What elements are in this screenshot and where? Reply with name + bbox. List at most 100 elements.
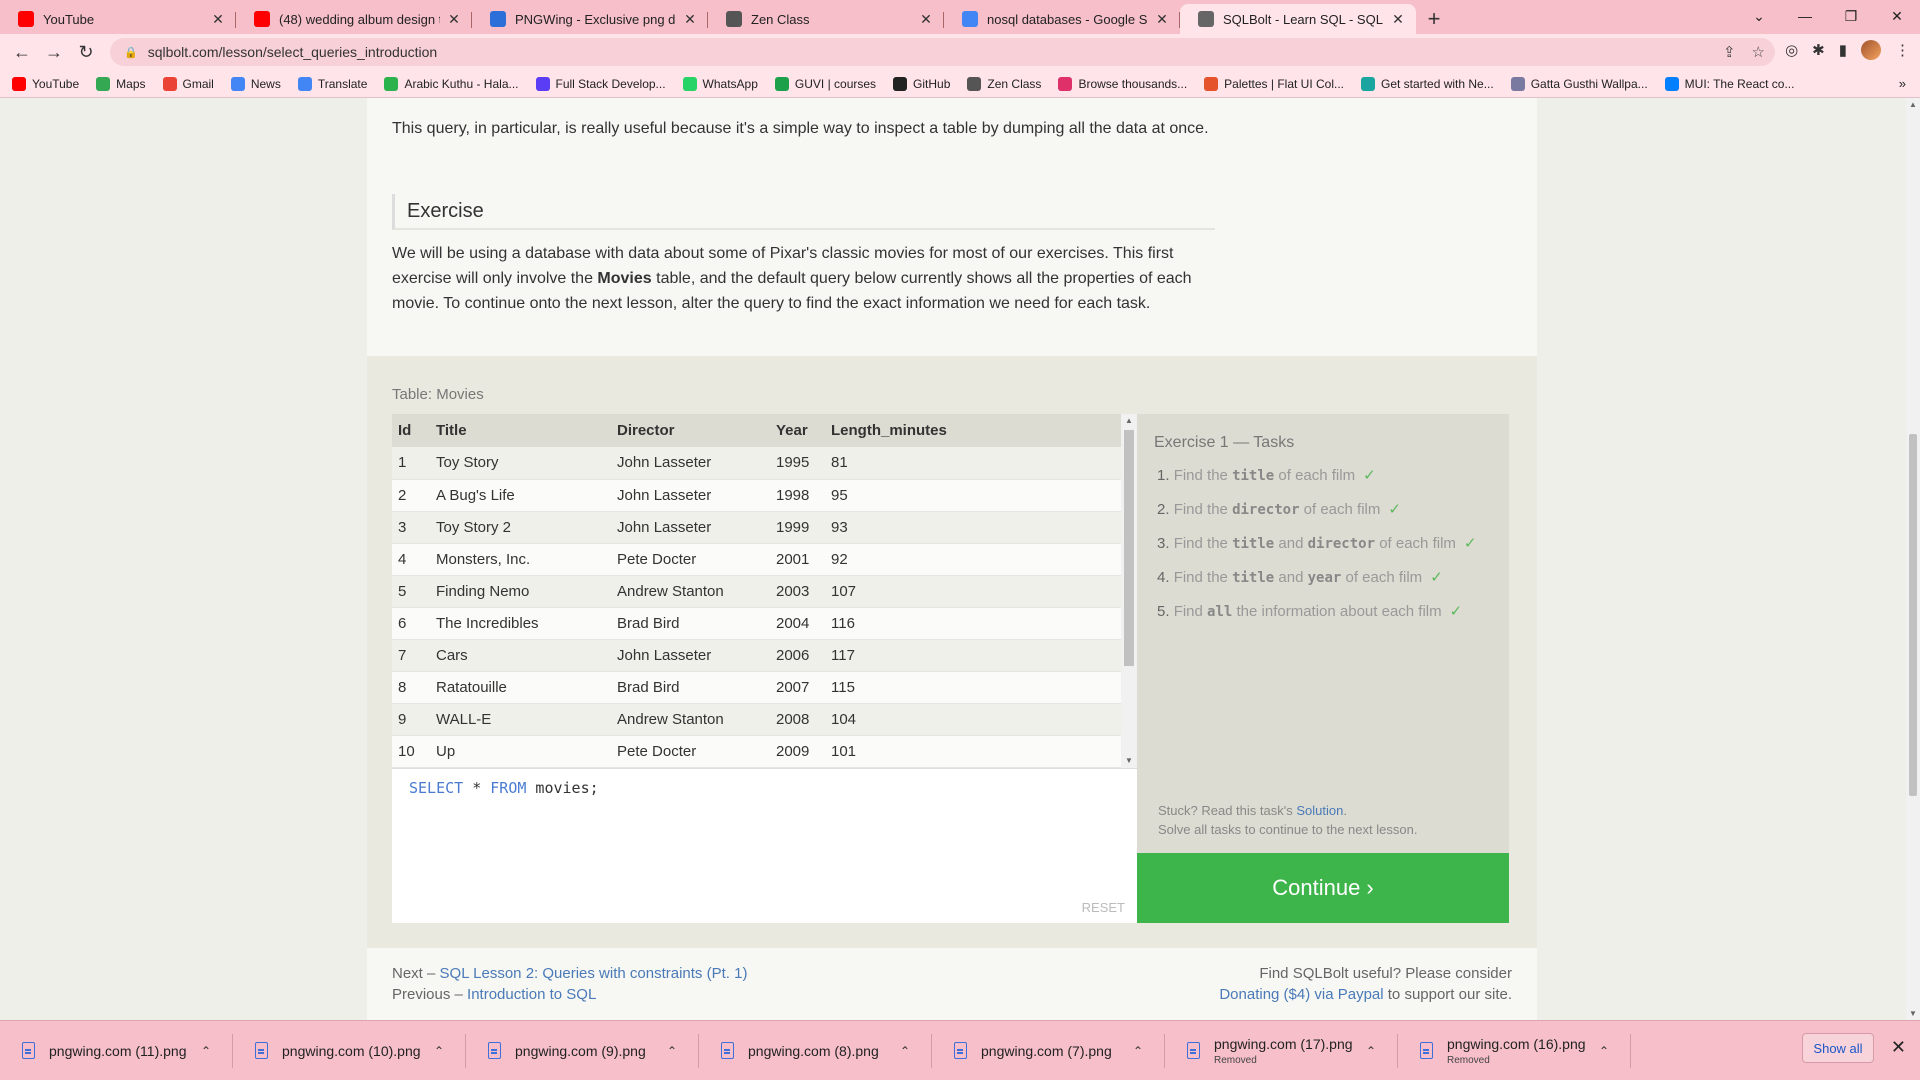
close-window-button[interactable]: ✕ (1874, 0, 1920, 32)
bookmark-item[interactable]: Gatta Gusthi Wallpa... (1510, 76, 1648, 91)
bookmark-item[interactable]: Palettes | Flat UI Col... (1204, 76, 1344, 91)
chevron-up-icon[interactable]: ⌃ (1599, 1044, 1609, 1058)
solution-link[interactable]: Solution (1296, 803, 1343, 818)
bookmark-item[interactable]: MUI: The React co... (1664, 76, 1794, 91)
table-cell: John Lasseter (611, 639, 770, 672)
close-downloads-icon[interactable]: ✕ (1891, 1037, 1906, 1058)
bookmark-item[interactable]: GUVI | courses (774, 76, 876, 91)
tab-close-icon[interactable]: ✕ (1390, 11, 1406, 28)
browser-tab[interactable]: SQLBolt - Learn SQL - SQL Lesso ✕ (1180, 4, 1416, 34)
back-button[interactable]: ← (6, 36, 38, 68)
bookmark-item[interactable]: YouTube (12, 76, 80, 91)
tab-search-icon[interactable]: ⌄ (1736, 0, 1782, 32)
table-cell: 104 (825, 703, 1121, 736)
table-cell: 9 (392, 703, 430, 736)
profile-avatar[interactable] (1861, 40, 1881, 60)
chevron-up-icon[interactable]: ⌃ (1133, 1044, 1143, 1058)
bookmark-item[interactable]: Maps (96, 76, 146, 91)
scroll-down-arrow-icon[interactable]: ▼ (1121, 754, 1137, 768)
table-cell: 107 (825, 575, 1121, 608)
tab-close-icon[interactable]: ✕ (210, 11, 226, 28)
bookmark-item[interactable]: Zen Class (967, 76, 1041, 91)
browser-tab-strip: YouTube ✕ (48) wedding album design tutor ✕… (0, 0, 1920, 34)
bookmark-label: YouTube (32, 76, 80, 91)
download-status: Removed (1447, 1054, 1490, 1066)
scroll-up-arrow-icon[interactable]: ▲ (1121, 414, 1137, 428)
table-row: 7 Cars John Lasseter 2006 117 (392, 639, 1121, 672)
download-item[interactable]: pngwing.com (8).png ⌃ (699, 1026, 932, 1076)
bookmark-star-icon[interactable]: ☆ (1752, 43, 1765, 61)
download-item[interactable]: pngwing.com (11).png ⌃ (0, 1026, 233, 1076)
continue-button[interactable]: Continue › (1137, 853, 1509, 923)
file-icon (954, 1042, 967, 1059)
chevron-up-icon[interactable]: ⌃ (201, 1044, 211, 1058)
bookmark-item[interactable]: Gmail (162, 76, 214, 91)
browser-tab[interactable]: YouTube ✕ (0, 4, 236, 34)
extension-icon[interactable]: ◎ (1785, 41, 1798, 59)
bookmark-item[interactable]: Browse thousands... (1058, 76, 1187, 91)
table-header-row: Id Title Director Year Length_minutes (392, 414, 1121, 447)
bookmark-favicon-icon (230, 76, 245, 91)
share-icon[interactable]: ⇪ (1723, 43, 1736, 61)
table-scroll-thumb[interactable] (1124, 430, 1134, 666)
table-scrollbar[interactable]: ▲ ▼ (1121, 414, 1137, 768)
bookmark-favicon-icon (384, 76, 399, 91)
page-scroll-down-icon[interactable]: ▼ (1909, 1009, 1917, 1018)
url-bar[interactable]: 🔒 sqlbolt.com/lesson/select_queries_intr… (110, 38, 1775, 66)
sql-editor[interactable]: SELECT * FROM movies; RESET (392, 768, 1137, 923)
download-item[interactable]: pngwing.com (10).png ⌃ (233, 1026, 466, 1076)
download-item[interactable]: pngwing.com (16).png Removed ⌃ (1398, 1026, 1631, 1076)
reset-button[interactable]: RESET (1082, 900, 1125, 915)
file-icon (1187, 1042, 1200, 1059)
previous-lesson-link[interactable]: Introduction to SQL (467, 986, 596, 1003)
menu-kebab-icon[interactable]: ⋮ (1895, 41, 1910, 59)
task-complete-check-icon: ✓ (1363, 467, 1376, 484)
bookmark-item[interactable]: Full Stack Develop... (535, 76, 666, 91)
page-scrollbar[interactable]: ▲ ▼ (1906, 98, 1920, 1020)
bookmark-label: Get started with Ne... (1381, 76, 1494, 91)
new-tab-button[interactable]: + (1416, 4, 1452, 34)
chevron-up-icon[interactable]: ⌃ (434, 1044, 444, 1058)
task-complete-check-icon: ✓ (1430, 569, 1443, 586)
download-item[interactable]: pngwing.com (9).png ⌃ (466, 1026, 699, 1076)
browser-tab[interactable]: nosql databases - Google Search ✕ (944, 4, 1180, 34)
tab-close-icon[interactable]: ✕ (1154, 11, 1170, 28)
chevron-up-icon[interactable]: ⌃ (900, 1044, 910, 1058)
next-lesson-link[interactable]: SQL Lesson 2: Queries with constraints (… (440, 965, 748, 982)
bookmark-item[interactable]: Translate (297, 76, 367, 91)
file-icon (488, 1042, 501, 1059)
bookmark-item[interactable]: News (230, 76, 281, 91)
bookmark-item[interactable]: Get started with Ne... (1361, 76, 1494, 91)
browser-tab[interactable]: PNGWing - Exclusive png design ✕ (472, 4, 708, 34)
reload-button[interactable]: ↻ (70, 36, 102, 68)
download-filename: pngwing.com (8).png (748, 1042, 879, 1059)
show-all-downloads-button[interactable]: Show all (1802, 1033, 1874, 1063)
chevron-up-icon[interactable]: ⌃ (667, 1044, 677, 1058)
puzzle-icon[interactable]: ✱ (1812, 41, 1825, 59)
restore-button[interactable]: ❐ (1828, 0, 1874, 32)
browser-tab[interactable]: (48) wedding album design tutor ✕ (236, 4, 472, 34)
bookmarks-overflow-icon[interactable]: » (1899, 76, 1906, 91)
task-text: the information about each film (1232, 603, 1442, 620)
chevron-up-icon[interactable]: ⌃ (1366, 1044, 1376, 1058)
bookmark-item[interactable]: Arabic Kuthu - Hala... (384, 76, 519, 91)
stuck-hint: Stuck? Read this task's Solution. Solve … (1158, 803, 1418, 837)
sql-query-text[interactable]: SELECT * FROM movies; (409, 779, 599, 797)
tab-close-icon[interactable]: ✕ (446, 11, 462, 28)
minimize-button[interactable]: — (1782, 0, 1828, 32)
bookmark-item[interactable]: GitHub (893, 76, 950, 91)
download-item[interactable]: pngwing.com (7).png ⌃ (932, 1026, 1165, 1076)
browser-tab[interactable]: Zen Class ✕ (708, 4, 944, 34)
results-table-container[interactable]: Id Title Director Year Length_minutes 1 Toy S… (392, 414, 1137, 768)
tab-close-icon[interactable]: ✕ (682, 11, 698, 28)
forward-button[interactable]: → (38, 36, 70, 68)
tab-close-icon[interactable]: ✕ (918, 11, 934, 28)
task-number: 3. (1157, 535, 1170, 552)
side-panel-icon[interactable]: ▮ (1839, 41, 1847, 59)
download-item[interactable]: pngwing.com (17).png Removed ⌃ (1165, 1026, 1398, 1076)
page-scroll-thumb[interactable] (1909, 434, 1917, 796)
page-scroll-up-icon[interactable]: ▲ (1909, 100, 1917, 109)
file-icon (22, 1042, 35, 1059)
donate-link[interactable]: Donating ($4) via Paypal (1219, 986, 1383, 1003)
bookmark-item[interactable]: WhatsApp (682, 76, 758, 91)
